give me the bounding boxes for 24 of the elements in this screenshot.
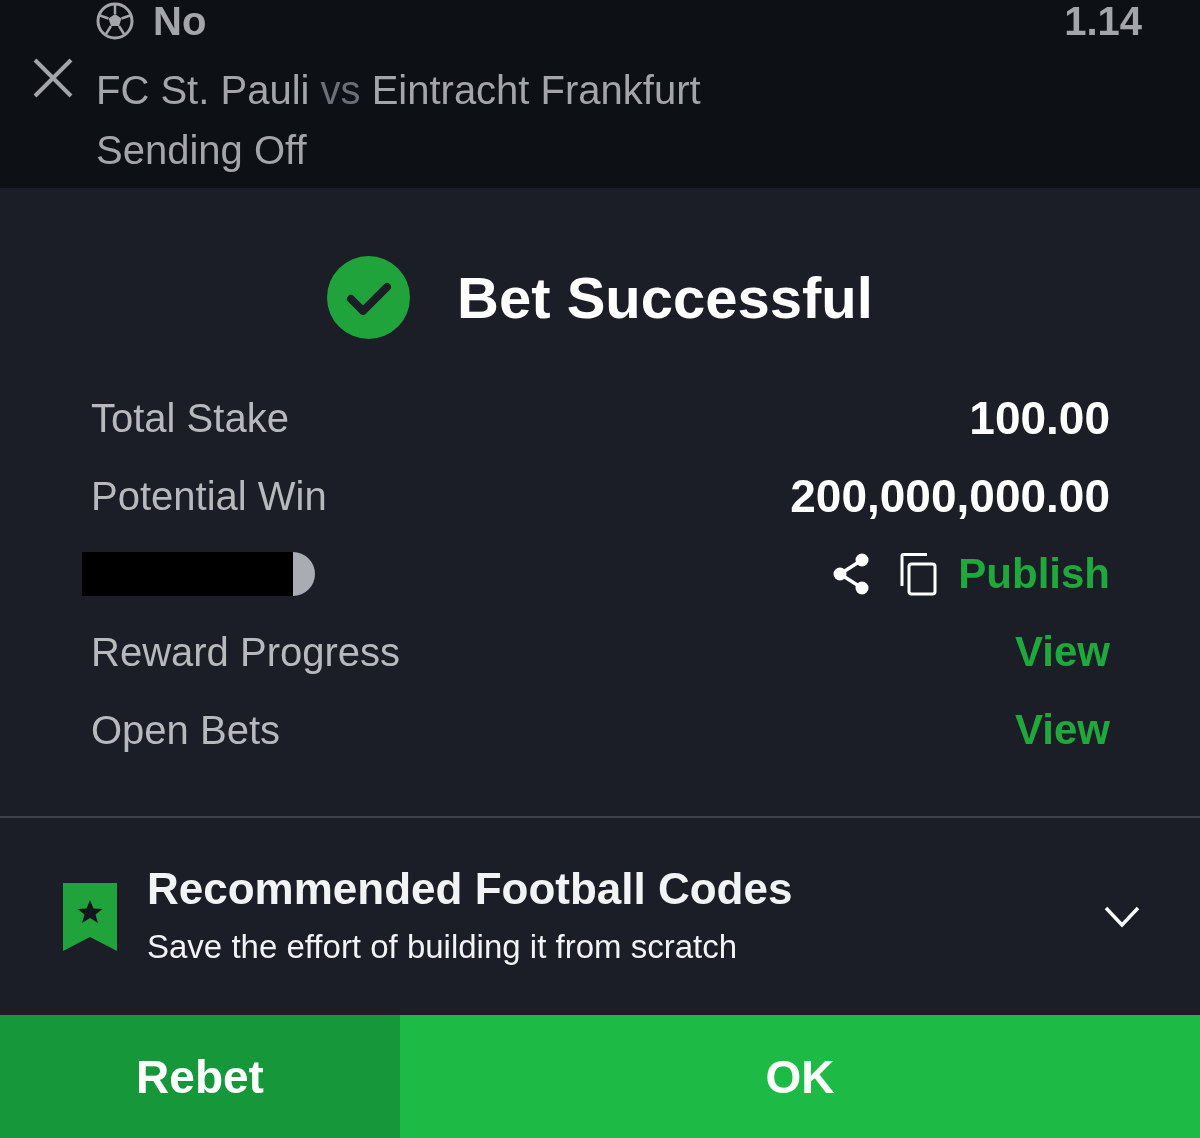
view-link[interactable]: View [1015, 705, 1110, 755]
share-icon[interactable] [832, 553, 871, 595]
view-link[interactable]: View [1015, 627, 1110, 677]
summary-label: Total Stake [91, 395, 289, 442]
summary-value: 200,000,000.00 [790, 469, 1110, 523]
soccer-ball-icon [96, 2, 134, 40]
bookmark-star-icon [63, 882, 117, 951]
publish-link[interactable]: Publish [958, 549, 1110, 599]
rebet-button[interactable]: Rebet [0, 1015, 400, 1138]
recommendation-subtitle: Save the effort of building it from scratch [147, 926, 739, 967]
summary-label: Potential Win [91, 473, 327, 520]
summary-label: Open Bets [91, 707, 280, 754]
chevron-icon[interactable] [1104, 905, 1140, 928]
summary-label: Reward Progress [91, 629, 400, 676]
market-label: Sending Off [96, 127, 308, 174]
check-circle-icon [327, 256, 411, 339]
pick-label: No [153, 0, 207, 42]
close-icon[interactable] [33, 58, 73, 98]
copy-icon[interactable] [900, 552, 938, 596]
summary-value: 100.00 [969, 391, 1110, 445]
odds-value: 1.14 [1064, 0, 1142, 42]
recommendation-title: Recommended Football Codes [147, 864, 794, 913]
success-title: Bet Successful [457, 263, 873, 332]
match-title: FC St. Pauli vs Eintracht Frankfurt [96, 67, 702, 114]
